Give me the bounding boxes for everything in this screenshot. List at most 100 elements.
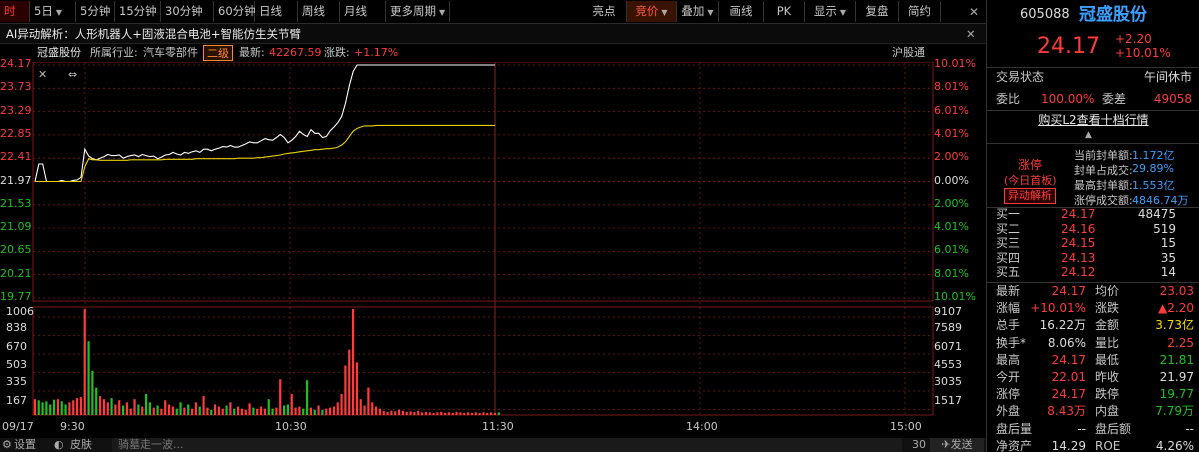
volume-bar [298, 406, 301, 415]
send-button[interactable]: ✈发送 [930, 438, 984, 452]
volume-bar [286, 404, 289, 415]
close-icon[interactable]: ✕ [964, 0, 984, 24]
volume-bar [378, 408, 381, 415]
volume-bar [141, 406, 144, 415]
period-tab-label: 日线 [259, 4, 282, 18]
trade-status-label: 交易状态 [996, 70, 1045, 84]
volume-bar [309, 407, 312, 415]
volume-bar [187, 404, 190, 415]
bid-volume: 15 [1160, 236, 1176, 251]
stat-value: 24.17 [1051, 387, 1086, 402]
tool-button-5[interactable]: 显示 ▼ [805, 1, 856, 22]
volume-bar [478, 412, 481, 415]
tool-button-4[interactable]: PK [764, 1, 805, 22]
stat-label: 最高 [996, 352, 1021, 367]
wc-label: 委差 [1102, 92, 1127, 106]
bid-price: 24.16 [1061, 221, 1096, 236]
pct-tick-right: 4.01% [934, 126, 969, 140]
skin-icon[interactable]: ◐ [54, 438, 64, 452]
tool-button-3[interactable]: 画线 [719, 1, 764, 22]
volume-bar [263, 408, 266, 415]
seal-label: 最高封单额: [1074, 179, 1133, 192]
period-tab-label: 30分钟 [165, 4, 203, 18]
pct-tick-right: 10.01% [934, 290, 976, 303]
period-tab-label: 5日 [34, 4, 53, 18]
l2-quote-link[interactable]: 购买L2查看十档行情 [1038, 113, 1148, 127]
bid-label: 买三 [996, 236, 1021, 251]
tool-button-7[interactable]: 简约 [899, 1, 941, 22]
stat-label: 金额 [1095, 318, 1120, 333]
amount-tick-right: 1517 [934, 394, 962, 407]
price-tick-left: 21.53 [0, 196, 32, 210]
period-tab-0[interactable]: 时 [0, 1, 30, 22]
settings-link[interactable]: 设置 [14, 438, 36, 452]
price-tick-left: 24.17 [0, 57, 32, 70]
price-change: +2.20 [1115, 32, 1152, 46]
bid-label: 买一 [996, 207, 1021, 221]
stat-label: ROE [1095, 438, 1121, 452]
stock-code: 605088 [1020, 7, 1070, 22]
stat-value: 4.26% [1155, 438, 1194, 452]
stat-label: 涨幅 [996, 301, 1021, 316]
volume-bar [348, 349, 351, 415]
tool-button-6[interactable]: 复盘 [856, 1, 899, 22]
bid-volume: 14 [1160, 265, 1176, 280]
volume-tick-left: 335 [6, 375, 27, 388]
volume-bar [344, 365, 347, 415]
volume-bar [259, 406, 263, 415]
bid-row[interactable]: 买二 24.16 519 [987, 222, 1199, 237]
period-tab-5[interactable]: 60分钟 [214, 1, 256, 22]
skin-link[interactable]: 皮肤 [70, 438, 92, 452]
time-tick: 9:30 [60, 420, 85, 433]
industry-level-badge[interactable]: 二级 [203, 45, 233, 61]
chevron-down-icon: ▼ [661, 8, 668, 17]
volume-bar [436, 412, 439, 415]
intraday-chart[interactable]: ✕ ⇔ [0, 62, 986, 438]
chat-input[interactable]: 骑墓走一波... [112, 438, 902, 452]
volume-bar [267, 399, 270, 415]
stat-label: 涨跌 [1095, 301, 1120, 316]
volume-bar [45, 401, 48, 415]
volume-bar [305, 380, 309, 415]
bid-row[interactable]: 买三 24.15 15 [987, 236, 1199, 251]
volume-bar [106, 402, 109, 415]
volume-bar [486, 412, 489, 415]
price-change-pct: +10.01% [1115, 46, 1171, 60]
amount-tick-right: 7589 [934, 321, 962, 334]
bid-row[interactable]: 买四 24.13 35 [987, 251, 1199, 266]
gear-icon[interactable]: ⚙ [2, 438, 12, 452]
ai-analysis-bar[interactable]: AI异动解析：人形机器人+固液混合电池+智能仿生关节臂 ✕ [0, 24, 986, 44]
volume-bar [321, 409, 324, 415]
price-tick-left: 21.09 [0, 220, 32, 234]
tool-button-1[interactable]: 竞价 ▼ [627, 1, 677, 22]
period-tab-1[interactable]: 5日 ▼ [30, 1, 76, 22]
bid-row[interactable]: 买五 24.12 14 [987, 265, 1199, 280]
abnormal-analysis-button[interactable]: 异动解析 [1004, 188, 1056, 204]
close-pane-icon[interactable]: ✕ [38, 68, 47, 81]
close-ai-bar-icon[interactable]: ✕ [966, 24, 976, 44]
volume-bar [133, 399, 136, 415]
volume-bar [420, 412, 424, 415]
collapse-arrow-icon[interactable]: ▲ [1085, 130, 1092, 140]
period-tab-label: 15分钟 [119, 4, 157, 18]
bid-row[interactable]: 买一 24.17 48475 [987, 207, 1199, 222]
period-tab-7[interactable]: 周线 [298, 1, 340, 22]
period-tab-4[interactable]: 30分钟 [161, 1, 214, 22]
volume-bar [229, 402, 232, 415]
stat-row: 外盘 8.43万 内盘 7.79万 [987, 403, 1199, 420]
stock-name: 冠盛股份 [1079, 5, 1147, 25]
tool-button-0[interactable]: 亮点 [582, 1, 627, 22]
stat-value: 24.17 [1051, 352, 1086, 367]
period-tab-9[interactable]: 更多周期 ▼ [386, 1, 450, 22]
volume-bar [102, 399, 105, 415]
period-tab-3[interactable]: 15分钟 [115, 1, 161, 22]
period-tab-2[interactable]: 5分钟 [76, 1, 115, 22]
expand-pane-icon[interactable]: ⇔ [68, 68, 77, 81]
stat-row: 今开 22.01 昨收 21.97 [987, 369, 1199, 386]
volume-bar [351, 309, 355, 415]
volume-bar [332, 406, 335, 415]
period-tab-8[interactable]: 月线 [340, 1, 386, 22]
tool-button-2[interactable]: 叠加 ▼ [677, 1, 719, 22]
period-tab-6[interactable]: 日线 [255, 1, 298, 22]
period-tab-label: 时 [4, 4, 16, 18]
